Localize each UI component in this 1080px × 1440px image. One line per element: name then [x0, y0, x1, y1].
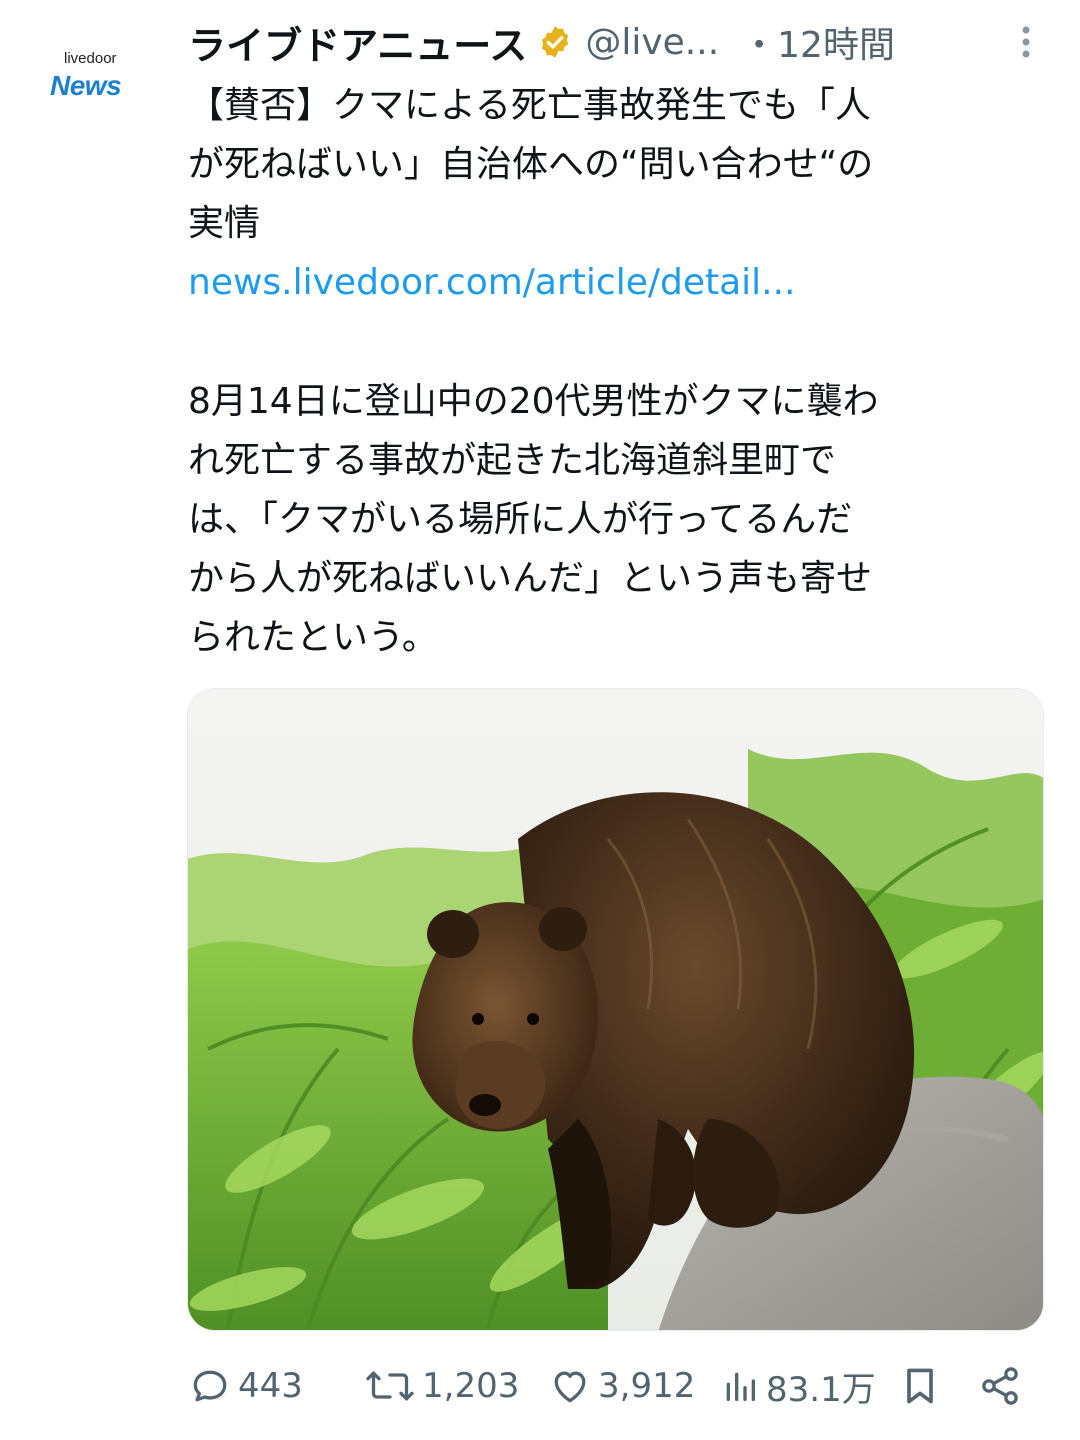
reply-button[interactable]: 443 [188, 1356, 303, 1416]
bookmark-button[interactable] [898, 1356, 942, 1416]
tweet-header: ライブドアニュース @live... ・ 12時間 [188, 16, 1048, 68]
retweet-icon [366, 1371, 414, 1401]
retweet-button[interactable]: 1,203 [364, 1356, 519, 1416]
more-options-icon[interactable] [1012, 22, 1040, 62]
account-handle[interactable]: @live... [585, 22, 719, 63]
views-button[interactable]: 83.1万 [720, 1356, 876, 1416]
headline-line: 【賛否】クマによる死亡事故発生でも「人 [188, 85, 871, 126]
analytics-icon [726, 1372, 755, 1401]
like-count: 3,912 [598, 1366, 696, 1406]
avatar[interactable]: livedoor News [36, 44, 158, 114]
reply-icon [193, 1370, 227, 1402]
heart-icon [554, 1371, 586, 1403]
bear-photo [188, 689, 1043, 1330]
body-line: は、「クマがいる場所に人が行ってるんだ [188, 499, 853, 540]
tweet-body: 8月14日に登山中の20代男性がクマに襲わ れ死亡する事故が起きた北海道斜里町で… [188, 372, 1018, 667]
view-count: 83.1万 [766, 1369, 876, 1410]
body-line: 8月14日に登山中の20代男性がクマに襲わ [188, 381, 879, 422]
tweet-headline: 【賛否】クマによる死亡事故発生でも「人 が死ねばいい」自治体への“問い合わせ“の… [188, 76, 1018, 312]
timestamp[interactable]: 12時間 [777, 16, 895, 68]
retweet-count: 1,203 [422, 1366, 520, 1406]
bookmark-icon [907, 1368, 933, 1404]
article-link[interactable]: news.livedoor.com/article/detail... [188, 253, 1018, 312]
headline-line: が死ねばいい」自治体への“問い合わせ“の [188, 144, 874, 185]
body-line: れ死亡する事故が起きた北海道斜里町で [188, 440, 837, 481]
body-line: から人が死ねばいいんだ」という声も寄せ [188, 558, 873, 599]
reply-count: 443 [238, 1366, 303, 1406]
share-icon [982, 1367, 1018, 1405]
avatar-news-text: News [50, 70, 122, 101]
share-button[interactable] [978, 1356, 1022, 1416]
display-name[interactable]: ライブドアニュース [188, 15, 527, 70]
avatar-brand-text: livedoor [64, 50, 117, 67]
body-line: られたという。 [188, 617, 438, 658]
like-button[interactable]: 3,912 [548, 1356, 695, 1416]
verified-badge-icon [542, 26, 569, 58]
separator-dot: ・ [741, 25, 778, 66]
headline-line: 実情 [188, 203, 261, 244]
tweet-media-image[interactable] [187, 688, 1044, 1331]
tweet-actions: 443 1,203 3,912 83.1万 [188, 1356, 1038, 1416]
